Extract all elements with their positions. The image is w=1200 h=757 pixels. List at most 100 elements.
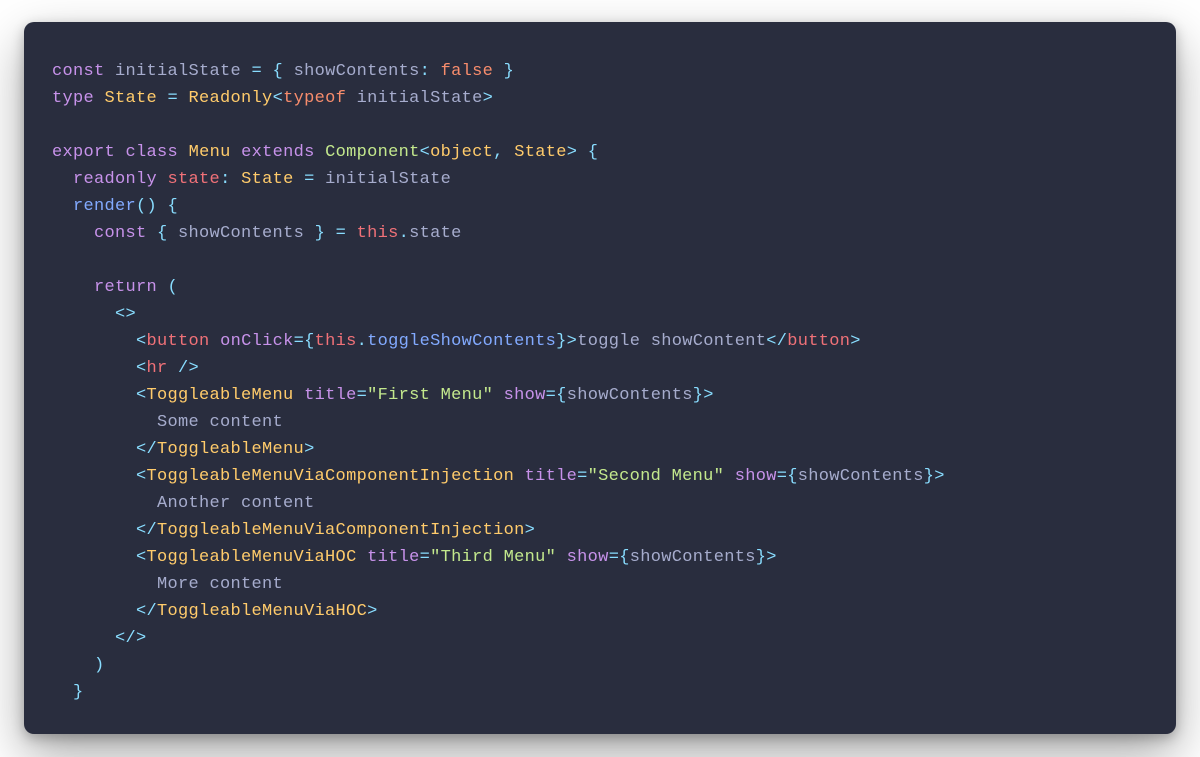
indent xyxy=(52,386,136,405)
space xyxy=(157,170,168,189)
indent xyxy=(52,359,136,378)
bracket: > xyxy=(703,386,714,405)
indent xyxy=(52,278,94,297)
bracket: > xyxy=(304,440,315,459)
punct: = xyxy=(420,548,431,567)
keyword: type xyxy=(52,89,105,108)
indent xyxy=(52,548,136,567)
component-name: ToggleableMenu xyxy=(147,386,294,405)
keyword-typeof: typeof xyxy=(283,89,346,108)
space xyxy=(231,143,242,162)
bracket: </ xyxy=(136,521,157,540)
punct: , xyxy=(493,143,514,162)
type-name: object xyxy=(430,143,493,162)
punct: = xyxy=(168,89,189,108)
method-name: render xyxy=(73,197,136,216)
brace: } xyxy=(556,332,567,351)
space xyxy=(556,548,567,567)
class-name: Menu xyxy=(189,143,231,162)
punct: }> xyxy=(924,467,945,486)
bracket: > xyxy=(367,602,378,621)
punct: } = xyxy=(304,224,357,243)
component-name: ToggleableMenuViaComponentInjection xyxy=(157,521,525,540)
space xyxy=(357,548,368,567)
attr-show: show xyxy=(567,548,609,567)
tag-button: button xyxy=(787,332,850,351)
space xyxy=(210,332,221,351)
punct: : xyxy=(420,62,431,81)
component-name: ToggleableMenuViaHOC xyxy=(157,602,367,621)
attr-title: title xyxy=(304,386,357,405)
bracket: /> xyxy=(168,359,200,378)
indent xyxy=(52,440,136,459)
string: "Second Menu" xyxy=(588,467,725,486)
bracket: > xyxy=(525,521,536,540)
punct: } xyxy=(493,62,514,81)
space xyxy=(493,386,504,405)
indent xyxy=(52,467,136,486)
keyword: return xyxy=(94,278,157,297)
punct: < xyxy=(420,143,431,162)
keyword: readonly xyxy=(73,170,157,189)
component-name: ToggleableMenuViaComponentInjection xyxy=(147,467,515,486)
bracket: </ xyxy=(136,602,157,621)
bool: false xyxy=(441,62,494,81)
prop: showContents xyxy=(294,62,420,81)
text: Some content xyxy=(157,413,283,432)
jsx-fragment: <> xyxy=(115,305,136,324)
indent xyxy=(52,602,136,621)
space xyxy=(115,143,126,162)
space xyxy=(294,386,305,405)
type-name: State xyxy=(241,170,294,189)
type-name: State xyxy=(105,89,168,108)
bracket: > xyxy=(567,332,578,351)
space xyxy=(178,143,189,162)
this: this xyxy=(315,332,357,351)
code-card: const initialState = { showContents: fal… xyxy=(24,22,1176,734)
bracket: </ xyxy=(766,332,787,351)
dot: . xyxy=(357,332,368,351)
punct: }> xyxy=(756,548,777,567)
jsx-fragment: </> xyxy=(115,629,147,648)
punct: { xyxy=(147,224,179,243)
punct: ={ xyxy=(777,467,798,486)
indent xyxy=(52,170,73,189)
tag-hr: hr xyxy=(147,359,168,378)
punct: { xyxy=(577,143,598,162)
type-name: State xyxy=(514,143,567,162)
punct: ) xyxy=(52,656,105,675)
punct: : xyxy=(220,170,241,189)
space xyxy=(514,467,525,486)
punct: = xyxy=(357,386,368,405)
string: "First Menu" xyxy=(367,386,493,405)
indent xyxy=(52,521,136,540)
punct: = { xyxy=(252,62,294,81)
indent xyxy=(52,494,157,513)
punct: ( xyxy=(157,278,178,297)
attr-title: title xyxy=(367,548,420,567)
punct: = xyxy=(294,170,326,189)
punct: () { xyxy=(136,197,178,216)
bracket: < xyxy=(136,332,147,351)
indent xyxy=(52,332,136,351)
indent xyxy=(52,629,115,648)
method: toggleShowContents xyxy=(367,332,556,351)
keyword: const xyxy=(94,224,147,243)
punct: > xyxy=(567,143,578,162)
component-name: ToggleableMenu xyxy=(157,440,304,459)
bracket: </ xyxy=(136,440,157,459)
bracket: < xyxy=(136,548,147,567)
identifier: initialState xyxy=(325,170,451,189)
keyword: extends xyxy=(241,143,315,162)
text: More content xyxy=(157,575,283,594)
punct: } xyxy=(693,386,704,405)
indent xyxy=(52,224,94,243)
space xyxy=(724,467,735,486)
prop: state xyxy=(168,170,221,189)
identifier: showContents xyxy=(567,386,693,405)
identifier: initialState xyxy=(357,89,483,108)
identifier: showContents xyxy=(798,467,924,486)
indent xyxy=(52,413,157,432)
keyword: class xyxy=(126,143,179,162)
attr-title: title xyxy=(525,467,578,486)
